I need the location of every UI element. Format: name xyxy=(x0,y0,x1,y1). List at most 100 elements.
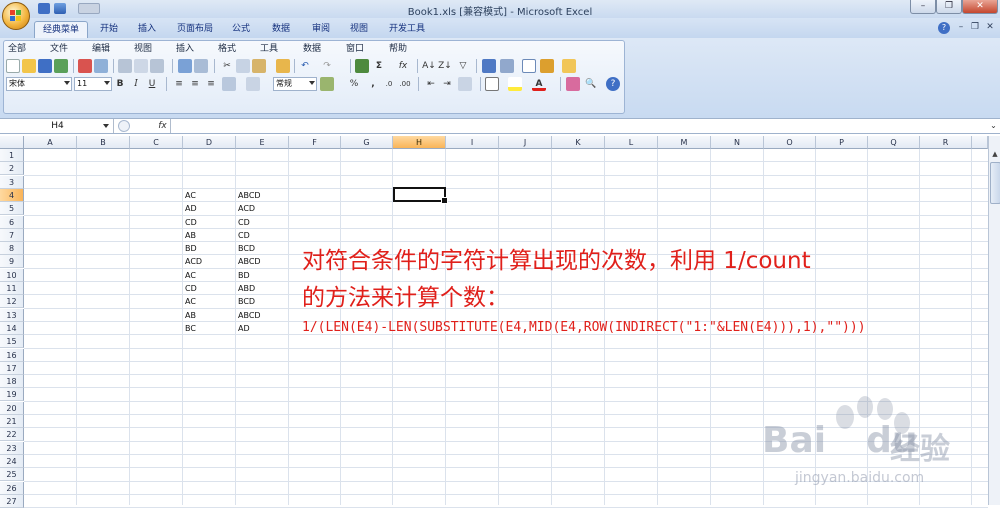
filter-icon[interactable]: ▽ xyxy=(456,59,470,73)
table-icon[interactable] xyxy=(522,59,536,73)
preview-icon[interactable] xyxy=(134,59,148,73)
number-format-select[interactable]: 常规 xyxy=(273,77,317,91)
autosum-icon[interactable]: Σ xyxy=(372,59,386,73)
tab-review[interactable]: 审阅 xyxy=(308,21,334,38)
open-folder-icon[interactable] xyxy=(22,59,36,73)
row-header-2[interactable]: 2 xyxy=(0,162,24,176)
borders-icon[interactable] xyxy=(485,77,499,91)
scroll-up-icon[interactable]: ▲ xyxy=(990,149,1000,159)
row-header-20[interactable]: 20 xyxy=(0,401,24,415)
tab-data[interactable]: 数据 xyxy=(268,21,294,38)
close-workbook-button[interactable]: ✕ xyxy=(985,22,995,33)
tab-classic-menu[interactable]: 经典菜单 xyxy=(34,21,88,38)
cell-d14[interactable]: BC xyxy=(185,322,196,335)
tab-home[interactable]: 开始 xyxy=(96,21,122,38)
column-header-k[interactable]: K xyxy=(552,136,605,149)
row-header-19[interactable]: 19 xyxy=(0,388,24,402)
scroll-thumb[interactable] xyxy=(990,162,1000,204)
row-header-18[interactable]: 18 xyxy=(0,375,24,389)
print-preview-icon[interactable] xyxy=(78,59,92,73)
cell-d7[interactable]: AB xyxy=(185,229,196,242)
decrease-decimal-icon[interactable]: .00 xyxy=(398,77,412,91)
row-header-25[interactable]: 25 xyxy=(0,468,24,482)
help-icon[interactable]: ? xyxy=(938,22,950,34)
column-header-l[interactable]: L xyxy=(605,136,658,149)
underline-button[interactable]: U xyxy=(145,77,159,91)
fill-color-icon[interactable] xyxy=(508,77,522,91)
undo-toolbar-icon[interactable]: ↶ xyxy=(298,59,312,73)
row-header-8[interactable]: 8 xyxy=(0,242,24,256)
column-header-p[interactable]: P xyxy=(816,136,868,149)
select-all-button[interactable] xyxy=(0,136,24,149)
new-file-icon[interactable] xyxy=(6,59,20,73)
tab-developer[interactable]: 开发工具 xyxy=(386,21,428,38)
cell-e12[interactable]: BCD xyxy=(238,295,255,308)
row-header-17[interactable]: 17 xyxy=(0,361,24,375)
cell-d11[interactable]: CD xyxy=(185,282,197,295)
name-box[interactable]: H4 xyxy=(2,119,114,133)
menu-file[interactable]: 文件 xyxy=(50,43,68,56)
column-header-r[interactable]: R xyxy=(920,136,972,149)
menu-all[interactable]: 全部 xyxy=(8,43,26,56)
styles-icon[interactable] xyxy=(566,77,580,91)
cell-e5[interactable]: ACD xyxy=(238,202,255,215)
orientation-icon[interactable] xyxy=(458,77,472,91)
cell-e6[interactable]: CD xyxy=(238,216,250,229)
cell-d10[interactable]: AC xyxy=(185,269,196,282)
italic-button[interactable]: I xyxy=(129,77,143,91)
cut-icon[interactable]: ✂ xyxy=(220,59,234,73)
redo-toolbar-icon[interactable]: ↷ xyxy=(320,59,334,73)
row-header-24[interactable]: 24 xyxy=(0,454,24,468)
column-header-f[interactable]: F xyxy=(289,136,341,149)
function-icon[interactable]: fx xyxy=(396,59,410,73)
row-header-21[interactable]: 21 xyxy=(0,415,24,428)
cell-d4[interactable]: AC xyxy=(185,189,196,202)
row-header-5[interactable]: 5 xyxy=(0,202,24,216)
vertical-scrollbar[interactable]: ▲ xyxy=(988,136,1000,505)
help-toolbar-icon[interactable]: ? xyxy=(606,77,620,91)
font-name-select[interactable]: 宋体 xyxy=(6,77,72,91)
menu-edit[interactable]: 编辑 xyxy=(92,43,110,56)
row-header-11[interactable]: 11 xyxy=(0,282,24,295)
row-header-23[interactable]: 23 xyxy=(0,441,24,455)
tab-page-layout[interactable]: 页面布局 xyxy=(174,21,216,38)
print-icon[interactable] xyxy=(118,59,132,73)
copy-icon[interactable] xyxy=(236,59,250,73)
chart-icon[interactable] xyxy=(482,59,496,73)
research2-icon[interactable] xyxy=(194,59,208,73)
paste-icon[interactable] xyxy=(252,59,266,73)
save-file-icon[interactable] xyxy=(38,59,52,73)
selected-cell-h4[interactable] xyxy=(393,187,448,204)
menu-format[interactable]: 格式 xyxy=(218,43,236,56)
cell-d6[interactable]: CD xyxy=(185,216,197,229)
font-color-icon[interactable]: A xyxy=(532,77,546,91)
align-center-icon[interactable]: ≡ xyxy=(188,77,202,91)
minimize-workbook-button[interactable]: – xyxy=(956,22,966,33)
cell-e10[interactable]: BD xyxy=(238,269,250,282)
increase-indent-icon[interactable]: ⇥ xyxy=(440,77,454,91)
cell-d5[interactable]: AD xyxy=(185,202,197,215)
cell-e11[interactable]: ABD xyxy=(238,282,255,295)
formula-input[interactable] xyxy=(172,119,986,133)
align-left-icon[interactable]: ≡ xyxy=(172,77,186,91)
spelling-icon[interactable] xyxy=(178,59,192,73)
comma-button[interactable]: , xyxy=(366,77,380,91)
align-right-icon[interactable]: ≡ xyxy=(204,77,218,91)
row-header-13[interactable]: 13 xyxy=(0,308,24,322)
research-icon[interactable] xyxy=(150,59,164,73)
tab-view[interactable]: 视图 xyxy=(346,21,372,38)
row-header-12[interactable]: 12 xyxy=(0,295,24,309)
cell-e4[interactable]: ABCD xyxy=(238,189,261,202)
column-header-n[interactable]: N xyxy=(711,136,764,149)
pivot-icon[interactable] xyxy=(500,59,514,73)
drawing-icon[interactable] xyxy=(540,59,554,73)
wrap-text-icon[interactable] xyxy=(246,77,260,91)
cell-d9[interactable]: ACD xyxy=(185,255,202,268)
fill-handle[interactable] xyxy=(441,197,448,204)
minimize-button[interactable]: – xyxy=(910,0,936,14)
cell-e9[interactable]: ABCD xyxy=(238,255,261,268)
column-header-j[interactable]: J xyxy=(499,136,552,149)
cell-e8[interactable]: BCD xyxy=(238,242,255,255)
row-header-27[interactable]: 27 xyxy=(0,494,24,508)
row-header-9[interactable]: 9 xyxy=(0,255,24,269)
